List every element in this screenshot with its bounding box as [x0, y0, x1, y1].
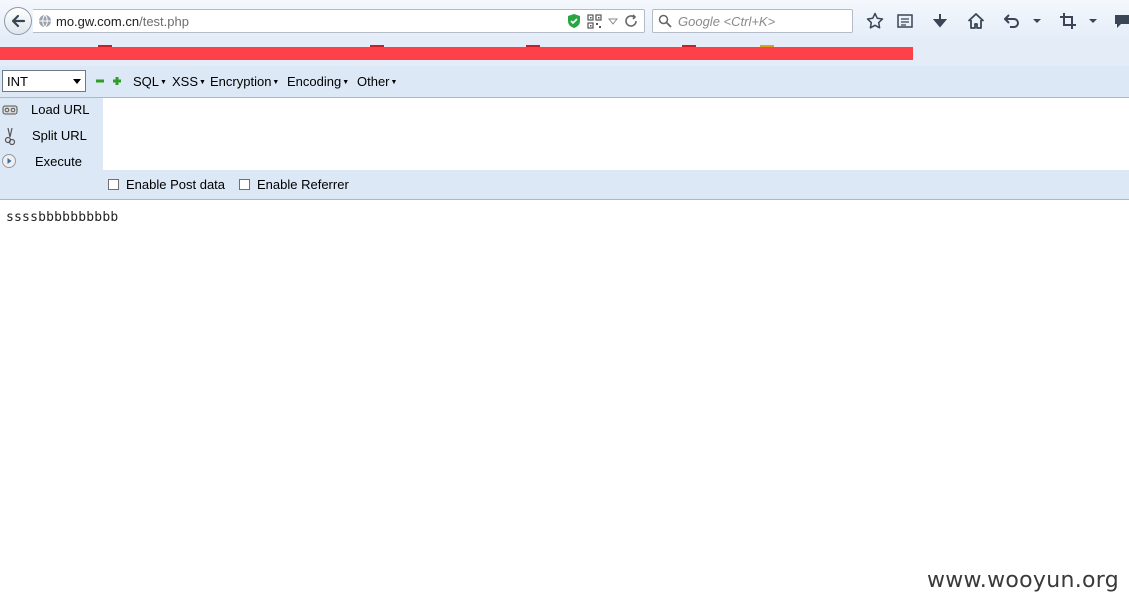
execute-label: Execute	[35, 154, 82, 169]
reading-list-icon	[897, 14, 913, 28]
enable-referrer-label: Enable Referrer	[257, 177, 349, 192]
menu-other[interactable]: Other▼	[357, 74, 397, 89]
split-url-button[interactable]: Split URL	[0, 125, 102, 147]
crop-button[interactable]	[1058, 11, 1078, 31]
checkbox-box[interactable]	[108, 179, 119, 190]
page-body-text: ssssbbbbbbbbbb	[6, 210, 119, 225]
plus-icon[interactable]	[113, 77, 121, 85]
back-arrow-icon	[11, 14, 26, 28]
int-select[interactable]: INT	[2, 70, 86, 92]
chat-button[interactable]	[1112, 11, 1129, 31]
search-bar[interactable]: Google <Ctrl+K>	[652, 9, 853, 33]
minus-icon[interactable]	[96, 77, 104, 85]
split-url-label: Split URL	[32, 128, 87, 143]
hackbar-menu-bar: INT SQL▼ XSS▼ Encryption▼ Encoding▼ Othe…	[0, 66, 1129, 98]
url-text[interactable]: mo.gw.com.cn/test.php	[56, 14, 189, 29]
checkbox-box[interactable]	[239, 179, 250, 190]
reading-list-button[interactable]	[895, 11, 915, 31]
dropdown-arrow-icon	[1033, 19, 1041, 23]
hackbar-panel: Load URL Split URL Execute Enable Post d…	[0, 98, 1129, 200]
navigation-toolbar: mo.gw.com.cn/test.php Google <Ctrl+K>	[0, 0, 1129, 42]
undo-menu-button[interactable]	[1027, 11, 1047, 31]
dropdown-arrow-icon	[1089, 19, 1097, 23]
menu-encryption[interactable]: Encryption▼	[210, 74, 279, 89]
url-bar[interactable]: mo.gw.com.cn/test.php	[33, 9, 645, 33]
enable-post-data-checkbox[interactable]: Enable Post data	[108, 177, 225, 192]
load-url-icon	[2, 105, 18, 115]
enable-referrer-checkbox[interactable]: Enable Referrer	[239, 177, 349, 192]
download-icon	[932, 14, 948, 28]
caret-icon: ▼	[272, 79, 280, 86]
menu-xss[interactable]: XSS▼	[172, 74, 206, 89]
undo-icon	[1004, 14, 1019, 28]
url-host: mo.gw.com.cn	[56, 14, 140, 29]
undo-button[interactable]	[1002, 11, 1022, 31]
url-textarea[interactable]	[103, 98, 1129, 170]
enable-post-data-label: Enable Post data	[126, 177, 226, 192]
load-url-button[interactable]: Load URL	[0, 99, 102, 121]
redaction-bar	[0, 47, 913, 60]
crop-menu-button[interactable]	[1083, 11, 1103, 31]
shield-icon[interactable]	[567, 13, 581, 29]
watermark: www.wooyun.org	[926, 568, 1119, 593]
search-icon	[658, 14, 672, 28]
url-path: /test.php	[139, 14, 189, 29]
home-button[interactable]	[966, 11, 986, 31]
reload-icon[interactable]	[624, 14, 638, 28]
qr-code-icon[interactable]	[587, 13, 602, 29]
int-select-value: INT	[7, 74, 28, 89]
menu-encoding[interactable]: Encoding▼	[287, 74, 349, 89]
search-placeholder: Google <Ctrl+K>	[678, 14, 776, 29]
play-icon	[2, 154, 16, 168]
dropdown-icon[interactable]	[608, 16, 618, 26]
caret-icon: ▼	[199, 79, 206, 86]
scissors-icon	[4, 127, 16, 145]
downloads-button[interactable]	[930, 11, 950, 31]
back-button[interactable]	[4, 7, 32, 35]
caret-icon: ▼	[390, 79, 398, 86]
select-arrow-icon	[73, 79, 81, 84]
chat-icon	[1115, 15, 1129, 28]
crop-icon	[1060, 13, 1076, 29]
load-url-label: Load URL	[31, 102, 90, 117]
caret-icon: ▼	[160, 79, 167, 86]
home-icon	[967, 13, 985, 29]
globe-icon	[39, 14, 51, 28]
caret-icon: ▼	[342, 79, 350, 86]
execute-button[interactable]: Execute	[0, 151, 102, 173]
menu-sql[interactable]: SQL▼	[133, 74, 167, 89]
star-icon	[866, 12, 884, 29]
bookmark-star-button[interactable]	[865, 11, 885, 31]
